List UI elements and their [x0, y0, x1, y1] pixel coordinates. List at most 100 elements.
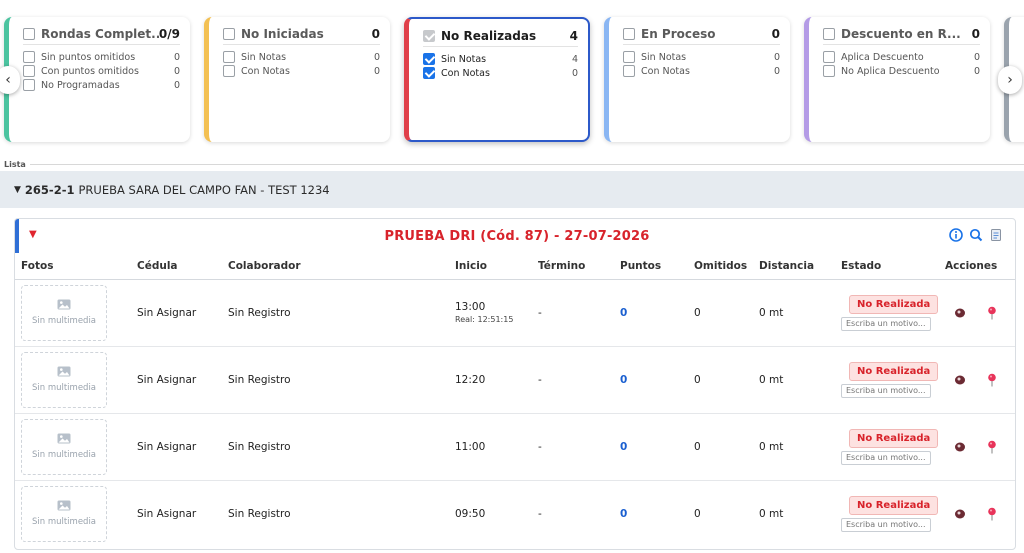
card-checkbox[interactable]	[23, 27, 35, 40]
motivo-input[interactable]	[841, 316, 931, 331]
cell-fotos: Sin multimedia	[15, 480, 131, 547]
cell-distancia: 0 mt	[753, 413, 835, 481]
filter-count: 0	[173, 51, 180, 63]
filter-checkbox[interactable]	[23, 79, 35, 91]
filter-label: Con Notas	[241, 65, 290, 77]
cell-omitidos: 0	[688, 413, 753, 481]
cell-estado: No Realizada	[835, 480, 939, 547]
zoom-icon[interactable]	[969, 228, 983, 242]
status-card[interactable]: Descuento en R... 0 Aplica Descuento 0 No Ap…	[804, 17, 990, 142]
panel-title: PRUEBA DRI (Cód. 87) - 27-07-2026	[384, 228, 650, 244]
card-filter-row[interactable]: Con Notas 0	[623, 64, 780, 78]
map-pin-icon[interactable]	[985, 373, 999, 387]
group-code: 265-2-1	[24, 182, 75, 197]
group-header[interactable]: ▼ 265-2-1 PRUEBA SARA DEL CAMPO FAN - TE…	[0, 171, 1024, 208]
eye-icon[interactable]	[953, 373, 967, 387]
status-cards-strip: ‹ › Rondas Complet... 0/9 Sin puntos omiti…	[0, 0, 1024, 158]
filter-label: Aplica Descuento	[841, 51, 924, 63]
status-card[interactable]: No Iniciadas 0 Sin Notas 0 Con Notas 0	[204, 17, 390, 142]
col-header-fotos: Fotos	[15, 253, 131, 280]
col-header-colaborador: Colaborador	[222, 253, 449, 280]
cell-puntos: 0	[614, 346, 688, 414]
filter-checkbox[interactable]	[23, 65, 35, 77]
card-checkbox[interactable]	[423, 29, 435, 42]
card-filter-row[interactable]: Con Notas 0	[423, 66, 578, 80]
eye-icon[interactable]	[953, 440, 967, 454]
status-badge: No Realizada	[849, 495, 939, 515]
collapse-caret-icon[interactable]: ▼	[29, 229, 37, 240]
table-row: Sin multimedia Sin Asignar Sin Registro 09:…	[15, 480, 1015, 547]
filter-checkbox[interactable]	[423, 67, 435, 79]
cell-colaborador: Sin Registro	[228, 507, 291, 520]
puntos-link[interactable]: 0	[620, 307, 627, 319]
multimedia-placeholder[interactable]: Sin multimedia	[21, 418, 107, 475]
card-checkbox[interactable]	[623, 27, 635, 40]
card-title: En Proceso	[641, 26, 716, 41]
puntos-link[interactable]: 0	[620, 441, 627, 453]
puntos-link[interactable]: 0	[620, 374, 627, 386]
filter-checkbox[interactable]	[623, 51, 635, 63]
col-header-inicio: Inicio	[449, 253, 532, 280]
card-filter-row[interactable]: No Aplica Descuento 0	[823, 64, 980, 78]
filter-checkbox[interactable]	[223, 51, 235, 63]
motivo-input[interactable]	[841, 517, 931, 532]
filter-count: 0	[773, 51, 780, 63]
filter-checkbox[interactable]	[623, 65, 635, 77]
puntos-link[interactable]: 0	[620, 508, 627, 520]
filter-checkbox[interactable]	[23, 51, 35, 63]
card-filter-row[interactable]: Con puntos omitidos 0	[23, 64, 180, 78]
col-header-acciones: Acciones	[939, 253, 1015, 280]
map-pin-icon[interactable]	[985, 507, 999, 521]
card-filter-row[interactable]: Sin puntos omitidos 0	[23, 50, 180, 64]
multimedia-placeholder[interactable]: Sin multimedia	[21, 485, 107, 542]
filter-count: 0	[973, 65, 980, 77]
card-filter-row[interactable]: No Programadas 0	[23, 78, 180, 92]
document-icon[interactable]	[989, 228, 1003, 242]
card-filter-row[interactable]: Sin Notas 4	[423, 52, 578, 66]
cell-estado: No Realizada	[835, 279, 939, 347]
filter-checkbox[interactable]	[223, 65, 235, 77]
eye-icon[interactable]	[953, 306, 967, 320]
info-icon[interactable]	[949, 228, 963, 242]
status-card[interactable]: En Proceso 0 Sin Notas 0 Con Notas 0	[604, 17, 790, 142]
card-filter-row[interactable]: Sin Notas 0	[223, 50, 380, 64]
card-count: 4	[569, 28, 578, 43]
cell-inicio: 13:00 Real: 12:51:15	[449, 279, 532, 347]
map-pin-icon[interactable]	[985, 440, 999, 454]
card-checkbox[interactable]	[823, 27, 835, 40]
filter-checkbox[interactable]	[823, 51, 835, 63]
card-filter-row[interactable]: Sin Notas 0	[623, 50, 780, 64]
status-card[interactable]: Rondas Complet... 0/9 Sin puntos omitidos 0…	[4, 17, 190, 142]
multimedia-placeholder[interactable]: Sin multimedia	[21, 284, 107, 341]
status-badge: No Realizada	[849, 294, 939, 314]
status-card[interactable]: No Realizadas 4 Sin Notas 4 Con Notas 0	[404, 17, 590, 142]
cell-acciones	[939, 279, 1015, 347]
filter-label: No Aplica Descuento	[841, 65, 940, 77]
chevron-right-icon: ›	[1007, 72, 1013, 88]
image-icon	[57, 433, 71, 447]
start-time: 13:00	[455, 301, 486, 313]
carousel-next-button[interactable]: ›	[998, 66, 1022, 94]
motivo-input[interactable]	[841, 383, 931, 398]
card-header: No Iniciadas 0	[223, 27, 380, 45]
filter-checkbox[interactable]	[823, 65, 835, 77]
map-pin-icon[interactable]	[985, 306, 999, 320]
card-checkbox[interactable]	[223, 27, 235, 40]
cell-omitidos: 0	[688, 279, 753, 347]
cell-puntos: 0	[614, 480, 688, 547]
col-header-distancia: Distancia	[753, 253, 835, 280]
cell-omitidos: 0	[694, 507, 701, 520]
multimedia-label: Sin multimedia	[31, 316, 97, 326]
cell-acciones	[939, 346, 1015, 414]
filter-checkbox[interactable]	[423, 53, 435, 65]
motivo-input[interactable]	[841, 450, 931, 465]
image-icon	[57, 500, 71, 514]
eye-icon[interactable]	[953, 507, 967, 521]
multimedia-placeholder[interactable]: Sin multimedia	[21, 351, 107, 408]
filter-count: 0	[773, 65, 780, 77]
cell-estado: No Realizada	[835, 346, 939, 414]
card-filter-row[interactable]: Con Notas 0	[223, 64, 380, 78]
card-filter-row[interactable]: Aplica Descuento 0	[823, 50, 980, 64]
carousel-prev-button[interactable]: ‹	[0, 66, 20, 94]
cell-termino: -	[538, 507, 542, 520]
